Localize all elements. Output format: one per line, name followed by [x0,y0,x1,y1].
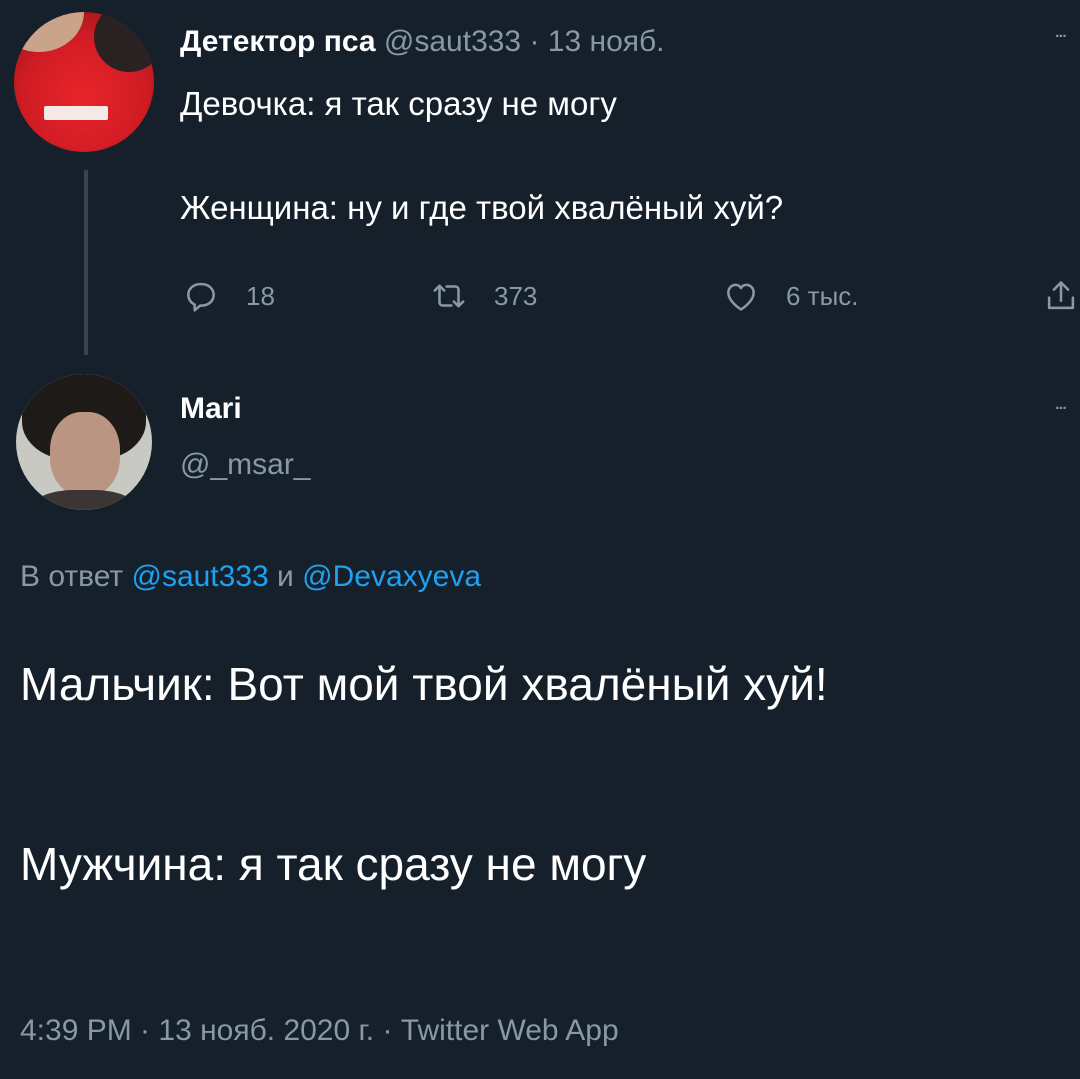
retweet-count: 373 [494,280,538,311]
like-button[interactable]: 6 тыс. [722,276,859,316]
meta-separator: · [521,25,548,58]
more-icon[interactable]: ᐧᐧᐧ [1054,24,1067,50]
tweet-actions: 18 373 6 тыс. [182,276,1080,316]
more-icon[interactable]: ᐧᐧᐧ [1054,396,1067,422]
avatar-detektor-psa[interactable] [14,12,154,152]
author-handle[interactable]: @_msar_ [180,448,311,482]
tweet-date[interactable]: 13 нояб. [548,25,665,58]
like-count: 6 тыс. [786,280,859,311]
mention-link[interactable]: @Devaxyeva [302,560,481,593]
tweet-line: Мужчина: я так сразу не могу [20,838,647,890]
share-button[interactable] [1042,276,1080,316]
mention-link[interactable]: @saut333 [131,560,268,593]
like-icon [727,283,755,311]
tweet-line: Мальчик: Вот мой твой хвалёный хуй! [20,658,828,710]
tweet-line: Девочка: я так сразу не могу [180,85,617,122]
tweet-header: Детектор пса @saut333 · 13 нояб. [180,22,665,62]
thread-connector-line [84,170,88,355]
tweet-thread: Детектор пса @saut333 · 13 нояб. ᐧᐧᐧ Дев… [0,0,1080,1079]
avatar-mari[interactable] [16,374,152,510]
shirt-logo [44,106,108,120]
reply-count: 18 [246,280,275,311]
author-handle[interactable]: @saut333 [384,25,521,58]
retweet-button[interactable]: 373 [430,276,537,316]
reply-button[interactable]: 18 [182,276,275,316]
retweet-icon [433,284,465,308]
share-icon [1047,281,1075,310]
tweet-text: Девочка: я так сразу не могу Женщина: ну… [180,84,1020,228]
author-name[interactable]: Mari [180,392,242,426]
reply-context: В ответ @saut333 и @Devaxyeva [20,560,481,594]
tweet-timestamp-source[interactable]: 4:39 PM · 13 нояб. 2020 г. · Twitter Web… [20,1014,619,1048]
reply-icon [187,282,215,312]
reply-prefix: В ответ [20,560,132,593]
tweet-text: Мальчик: Вот мой твой хвалёный хуй! Мужч… [20,650,1040,898]
author-name[interactable]: Детектор пса [180,25,376,58]
reply-and: и [268,560,303,593]
tweet-line: Женщина: ну и где твой хвалёный хуй? [180,189,784,226]
